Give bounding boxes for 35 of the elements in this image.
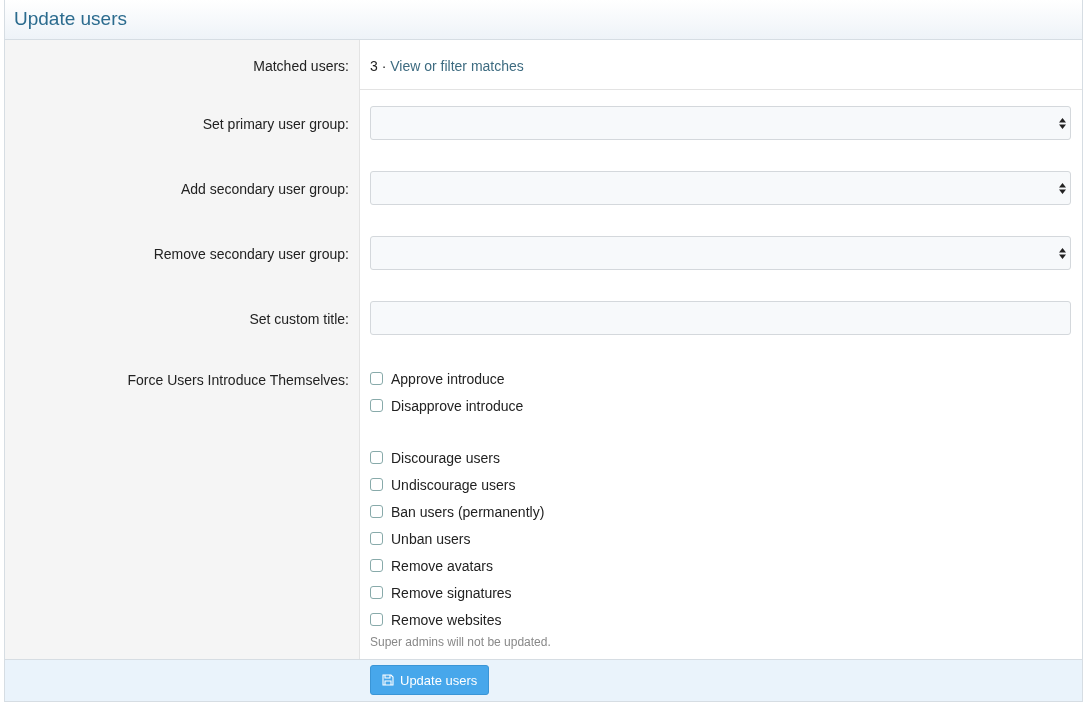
field-label: Set custom title: xyxy=(249,311,349,327)
user-group-select[interactable] xyxy=(370,106,1071,140)
checkbox[interactable] xyxy=(370,559,383,572)
checkbox-label: Ban users (permanently) xyxy=(391,503,545,520)
match-count: 3 · xyxy=(370,58,387,74)
custom-title-field[interactable] xyxy=(370,301,1071,335)
field-label: Matched users: xyxy=(253,58,349,74)
field-label: Remove secondary user group: xyxy=(153,246,349,262)
checkbox[interactable] xyxy=(370,586,383,599)
checkbox[interactable] xyxy=(370,532,383,545)
hint-text: Super admins will not be updated. xyxy=(370,635,552,649)
checkbox[interactable] xyxy=(370,451,383,464)
user-group-select[interactable] xyxy=(370,171,1071,205)
view-matches-link[interactable]: View or filter matches xyxy=(390,58,524,74)
select-arrows-icon xyxy=(1059,182,1066,194)
checkbox-label: Undiscourage users xyxy=(391,476,516,493)
checkbox-label: Approve introduce xyxy=(391,370,505,387)
checkbox-label: Remove avatars xyxy=(391,557,493,574)
user-group-select[interactable] xyxy=(370,236,1071,270)
checkbox-label: Remove websites xyxy=(391,611,502,628)
select-arrows-icon xyxy=(1059,247,1066,259)
checkbox-label: Disapprove introduce xyxy=(391,397,524,414)
checkbox[interactable] xyxy=(370,372,383,385)
checkbox[interactable] xyxy=(370,399,383,412)
checkbox-label: Remove signatures xyxy=(391,584,512,601)
checkbox-label: Unban users xyxy=(391,530,471,547)
checkbox[interactable] xyxy=(370,478,383,491)
save-icon xyxy=(382,674,394,686)
checkbox[interactable] xyxy=(370,505,383,518)
checkbox-label: Discourage users xyxy=(391,449,500,466)
checkbox[interactable] xyxy=(370,613,383,626)
select-arrows-icon xyxy=(1059,117,1066,129)
field-label: Add secondary user group: xyxy=(180,181,349,197)
field-label: Set primary user group: xyxy=(202,116,349,132)
field-label: Force Users Introduce Themselves: xyxy=(127,372,349,388)
